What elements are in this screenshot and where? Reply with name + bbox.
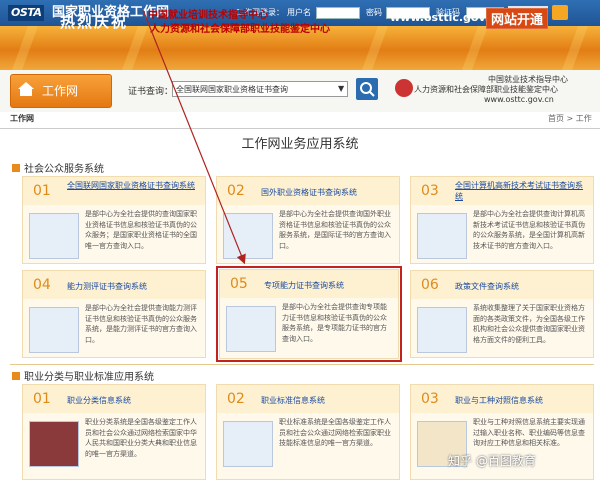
card-02-foreign-cert[interactable]: 02 国外职业资格证书查询系统 是部中心为全社会提供查询国外职业资格证书信息和核… (216, 176, 400, 264)
page-title: 工作网业务应用系统 (241, 137, 359, 152)
card-thumbnail (417, 307, 467, 353)
card-number: 01 (33, 183, 51, 199)
card-title-link[interactable]: 职业与工种对照信息系统 (455, 395, 585, 406)
card-02-occupation-standard[interactable]: 02 职业标准信息系统 职业标准系统是全国各级鉴定工作人员和社会公众通过网络检索… (216, 384, 400, 480)
guide-org-2: 人力资源和社会保障部职业技能鉴定中心 (414, 85, 558, 94)
card-01-occupation-class[interactable]: 01 职业分类信息系统 职业分类系统是全国各级鉴定工作人员和社会公众通过网络检索… (22, 384, 206, 480)
card-description: 职业分类系统是全国各级鉴定工作人员和社会公众通过网络检索国家中华人民共和国职业分… (85, 418, 197, 458)
divider (10, 364, 594, 365)
card-title-link[interactable]: 全国联网国家职业资格证书查询系统 (67, 180, 197, 191)
watermark: 知乎 @百图教育 (448, 454, 536, 468)
card-thumbnail (29, 421, 79, 467)
breadcrumb-path[interactable]: 首页 > 工作 (548, 113, 592, 124)
card-description: 是部中心为全社会提供查询国外职业资格证书信息和核验证书真伪的公众服务系统，是国际… (279, 210, 391, 250)
card-title-link[interactable]: 职业分类信息系统 (67, 395, 197, 406)
card-number: 02 (227, 183, 245, 199)
section-title-public: 社会公众服务系统 (24, 164, 104, 175)
breadcrumb-current: 工作网 (10, 114, 34, 123)
password-label: 密码 (366, 8, 382, 17)
certificate-type-select[interactable]: 全国联网国家职业资格证书查询 (172, 81, 348, 97)
section-marker (12, 372, 20, 380)
card-title-link[interactable]: 全国计算机高新技术考试证书查询系统 (455, 180, 585, 202)
home-icon (18, 82, 34, 96)
card-number: 01 (33, 391, 51, 407)
highlight-box (216, 266, 402, 362)
card-description: 职业与工种对照信息系统主要实现通过输入职业名称、职业编码等信息查询对应工种信息和… (473, 418, 585, 447)
home-tab-label: 工作网 (42, 84, 79, 98)
search-label: 证书查询： (128, 87, 174, 97)
banner-line-2: 人力资源和社会保障部职业技能鉴定中心 (150, 24, 330, 35)
card-description: 是部中心为全社会提供查询能力测评证书信息和核验证书真伪的公众服务系统，是能力测评… (85, 304, 197, 344)
username-input[interactable] (316, 7, 360, 19)
card-description: 职业标准系统是全国各级鉴定工作人员和社会公众通过网络检索国家职业技能标准信息的唯… (279, 418, 391, 447)
emblem-icon (395, 79, 413, 97)
card-thumbnail (29, 213, 79, 259)
login-button[interactable] (552, 5, 568, 20)
card-title-link[interactable]: 能力测评证书查询系统 (67, 281, 197, 292)
osta-logo[interactable]: OSTA (8, 5, 45, 21)
search-button[interactable] (356, 78, 378, 100)
card-01-national-cert[interactable]: 01 全国联网国家职业资格证书查询系统 是部中心为全社会提供的查询国家职业资格证… (22, 176, 206, 264)
card-title-link[interactable]: 职业标准信息系统 (261, 395, 391, 406)
card-description: 是部中心为全社会提供的查询国家职业资格证书信息和核验证书真伪的公众服务；是国家职… (85, 210, 197, 250)
card-title-link[interactable]: 政策文件查询系统 (455, 281, 585, 292)
card-number: 04 (33, 277, 51, 293)
card-number: 06 (421, 277, 439, 293)
card-thumbnail (29, 307, 79, 353)
banner-open-text: 网站开通 (486, 8, 549, 29)
banner-celebrate-text: 热烈庆祝 (60, 13, 129, 31)
card-description: 是部中心为全社会提供查询计算机高新技术考试证书信息和核验证书真伪的公众服务系统，… (473, 210, 585, 250)
card-04-ability-cert[interactable]: 04 能力测评证书查询系统 是部中心为全社会提供查询能力测评证书信息和核验证书真… (22, 270, 206, 358)
card-number: 02 (227, 391, 245, 407)
search-icon (360, 82, 375, 97)
card-description: 系统收集整理了关于国家职业资格方面的各类政策文件，为全国各级工作机构和社会公众提… (473, 304, 585, 344)
card-number: 03 (421, 391, 439, 407)
card-thumbnail (223, 213, 273, 259)
banner-line-1: 中国就业培训技术指导中心 (148, 10, 268, 21)
card-number: 03 (421, 183, 439, 199)
guide-url[interactable]: www.osttc.gov.cn (484, 95, 554, 104)
section-title-classification: 职业分类与职业标准应用系统 (24, 372, 154, 383)
chevron-down-icon: ▼ (338, 84, 345, 93)
card-thumbnail (417, 213, 467, 259)
card-06-policy-docs[interactable]: 06 政策文件查询系统 系统收集整理了关于国家职业资格方面的各类政策文件，为全国… (410, 270, 594, 358)
section-marker (12, 164, 20, 172)
card-thumbnail (223, 421, 273, 467)
card-03-computer-cert[interactable]: 03 全国计算机高新技术考试证书查询系统 是部中心为全社会提供查询计算机高新技术… (410, 176, 594, 264)
card-title-link[interactable]: 国外职业资格证书查询系统 (261, 187, 391, 198)
breadcrumb (0, 112, 600, 129)
username-label: 用户名 (287, 8, 311, 17)
